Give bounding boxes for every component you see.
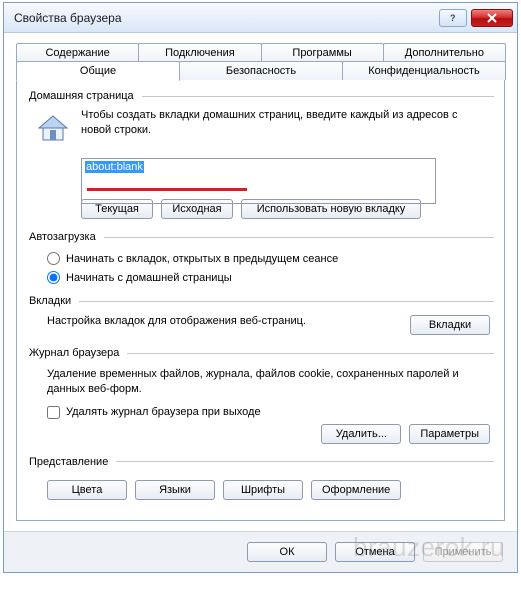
history-delete-button[interactable]: Удалить...: [321, 424, 401, 444]
help-button[interactable]: ?: [439, 9, 467, 27]
delete-on-exit-check[interactable]: Удалять журнал браузера при выходе: [27, 403, 494, 422]
tab-advanced[interactable]: Дополнительно: [383, 43, 506, 62]
dialog-footer: ОК Отмена Применить: [4, 531, 517, 572]
history-settings-button[interactable]: Параметры: [409, 424, 490, 444]
tab-connections[interactable]: Подключения: [138, 43, 261, 62]
svg-text:?: ?: [450, 13, 456, 23]
homepage-instruction: Чтобы создать вкладки домашних страниц, …: [81, 108, 490, 146]
languages-button[interactable]: Языки: [135, 480, 215, 500]
appearance-group: Представление Цвета Языки Шрифты Оформле…: [27, 456, 494, 504]
cancel-button[interactable]: Отмена: [335, 542, 415, 562]
homepage-input[interactable]: about:blank: [81, 158, 436, 204]
close-button[interactable]: [471, 9, 513, 27]
startup-group: Автозагрузка Начинать с вкладок, открыты…: [27, 231, 494, 287]
tabs-settings-button[interactable]: Вкладки: [410, 315, 490, 335]
startup-tabs-radio[interactable]: Начинать с вкладок, открытых в предыдуще…: [27, 249, 494, 268]
appearance-label: Представление: [27, 456, 110, 468]
colors-button[interactable]: Цвета: [47, 480, 127, 500]
tabs-text: Настройка вкладок для отображения веб-ст…: [47, 315, 398, 327]
homepage-group: Домашняя страница Чтобы создать вкладки …: [27, 90, 494, 223]
home-icon: [35, 110, 71, 146]
tab-privacy[interactable]: Конфиденциальность: [342, 61, 506, 80]
tabs-group: Вкладки Настройка вкладок для отображени…: [27, 295, 494, 339]
general-panel: Домашняя страница Чтобы создать вкладки …: [16, 79, 505, 521]
titlebar: Свойства браузера ?: [4, 3, 517, 33]
startup-label: Автозагрузка: [27, 231, 98, 243]
fonts-button[interactable]: Шрифты: [223, 480, 303, 500]
browser-properties-dialog: Свойства браузера ? Содержание Подключен…: [3, 2, 518, 573]
tab-content[interactable]: Содержание: [16, 43, 139, 62]
window-title: Свойства браузера: [14, 11, 435, 25]
tab-programs[interactable]: Программы: [261, 43, 384, 62]
accessibility-button[interactable]: Оформление: [311, 480, 401, 500]
ok-button[interactable]: ОК: [247, 542, 327, 562]
tab-strip: Содержание Подключения Программы Дополни…: [16, 43, 505, 521]
history-text: Удаление временных файлов, журнала, файл…: [27, 365, 494, 403]
history-label: Журнал браузера: [27, 347, 121, 359]
tab-general[interactable]: Общие: [16, 61, 180, 81]
tab-security[interactable]: Безопасность: [179, 61, 343, 80]
startup-home-radio[interactable]: Начинать с домашней страницы: [27, 268, 494, 287]
homepage-label: Домашняя страница: [27, 90, 136, 102]
apply-button[interactable]: Применить: [423, 542, 503, 562]
history-group: Журнал браузера Удаление временных файло…: [27, 347, 494, 448]
tabs-label: Вкладки: [27, 295, 73, 307]
